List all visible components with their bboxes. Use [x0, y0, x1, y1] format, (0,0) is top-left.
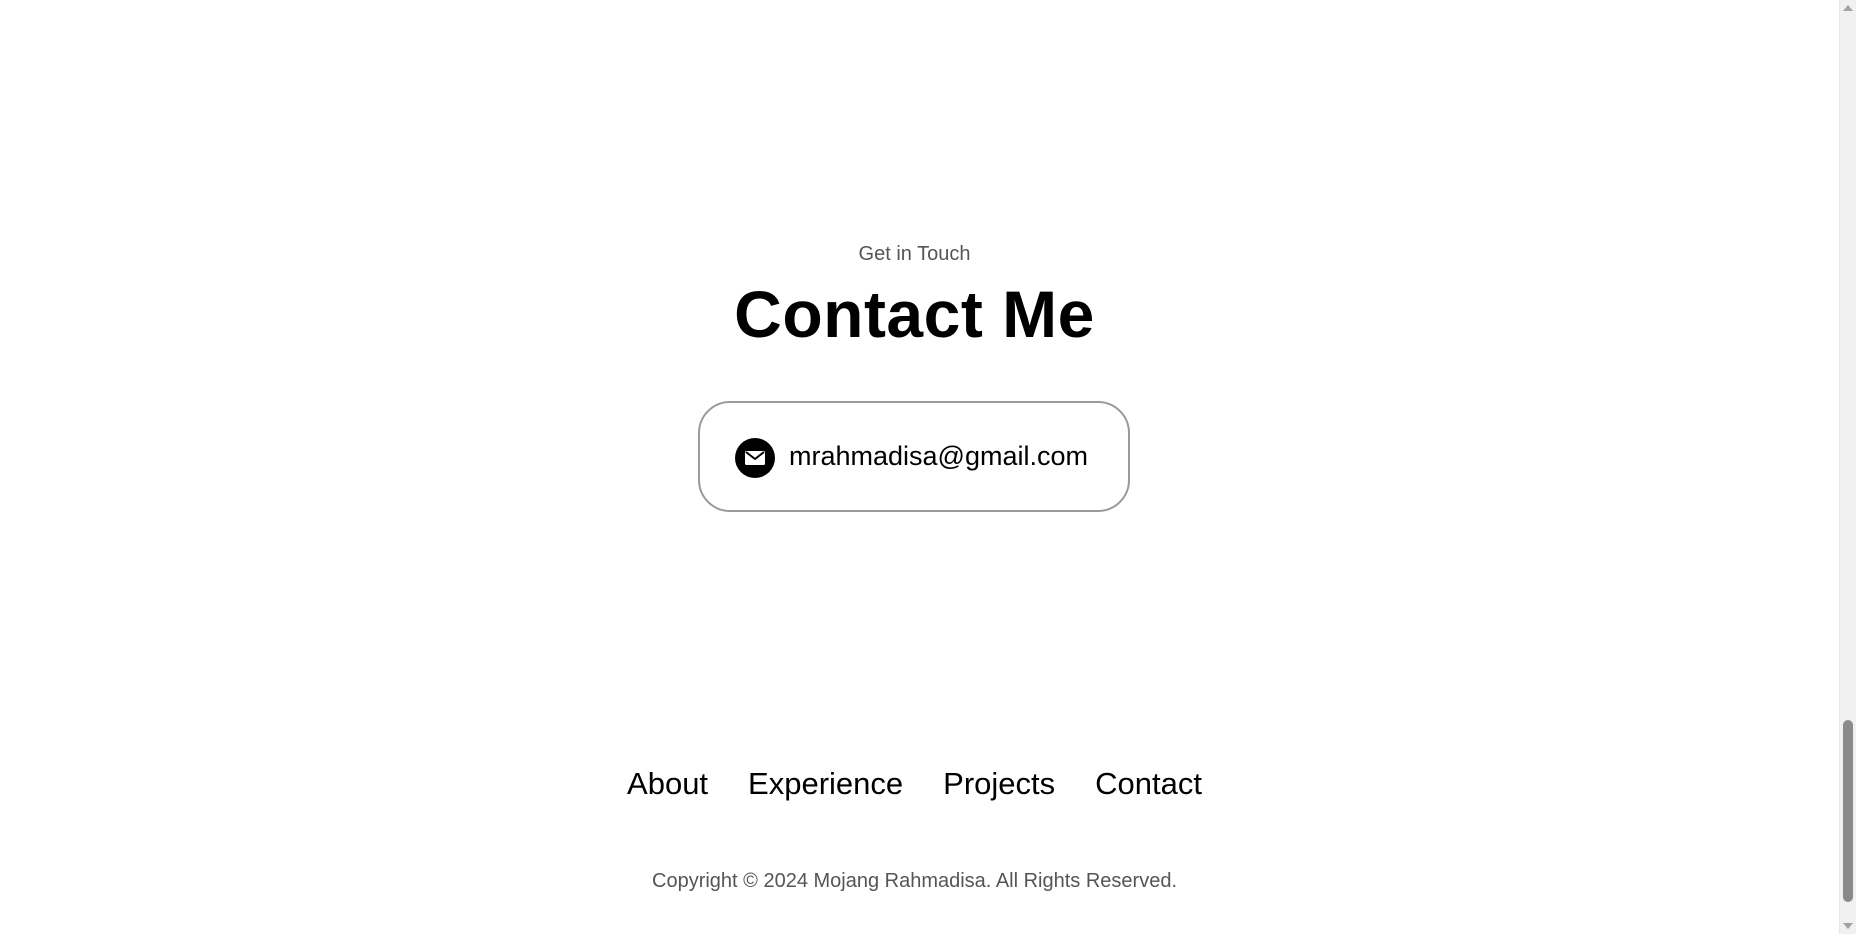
contact-page-content: Get in Touch Contact Me mrahmadisa@gmail… — [0, 0, 1838, 934]
scroll-down-arrow-icon[interactable] — [1843, 923, 1853, 929]
copyright-text: Copyright © 2024 Mojang Rahmadisa. All R… — [652, 870, 1177, 892]
footer-nav: About Experience Projects Contact — [0, 766, 1829, 802]
footer-link-projects[interactable]: Projects — [943, 766, 1055, 802]
footer-link-contact[interactable]: Contact — [1095, 766, 1202, 802]
vertical-scrollbar[interactable] — [1839, 0, 1856, 934]
email-contact-card[interactable]: mrahmadisa@gmail.com — [698, 401, 1130, 512]
page: Get in Touch Contact Me mrahmadisa@gmail… — [0, 0, 1856, 934]
email-link[interactable]: mrahmadisa@gmail.com — [789, 441, 1088, 472]
footer-link-experience[interactable]: Experience — [748, 766, 903, 802]
footer-link-about[interactable]: About — [627, 766, 708, 802]
section-title: Contact Me — [734, 277, 1095, 351]
scroll-up-arrow-icon[interactable] — [1843, 5, 1853, 11]
scrollbar-thumb[interactable] — [1843, 720, 1853, 902]
mail-icon — [735, 438, 775, 478]
section-subtitle: Get in Touch — [858, 243, 971, 265]
